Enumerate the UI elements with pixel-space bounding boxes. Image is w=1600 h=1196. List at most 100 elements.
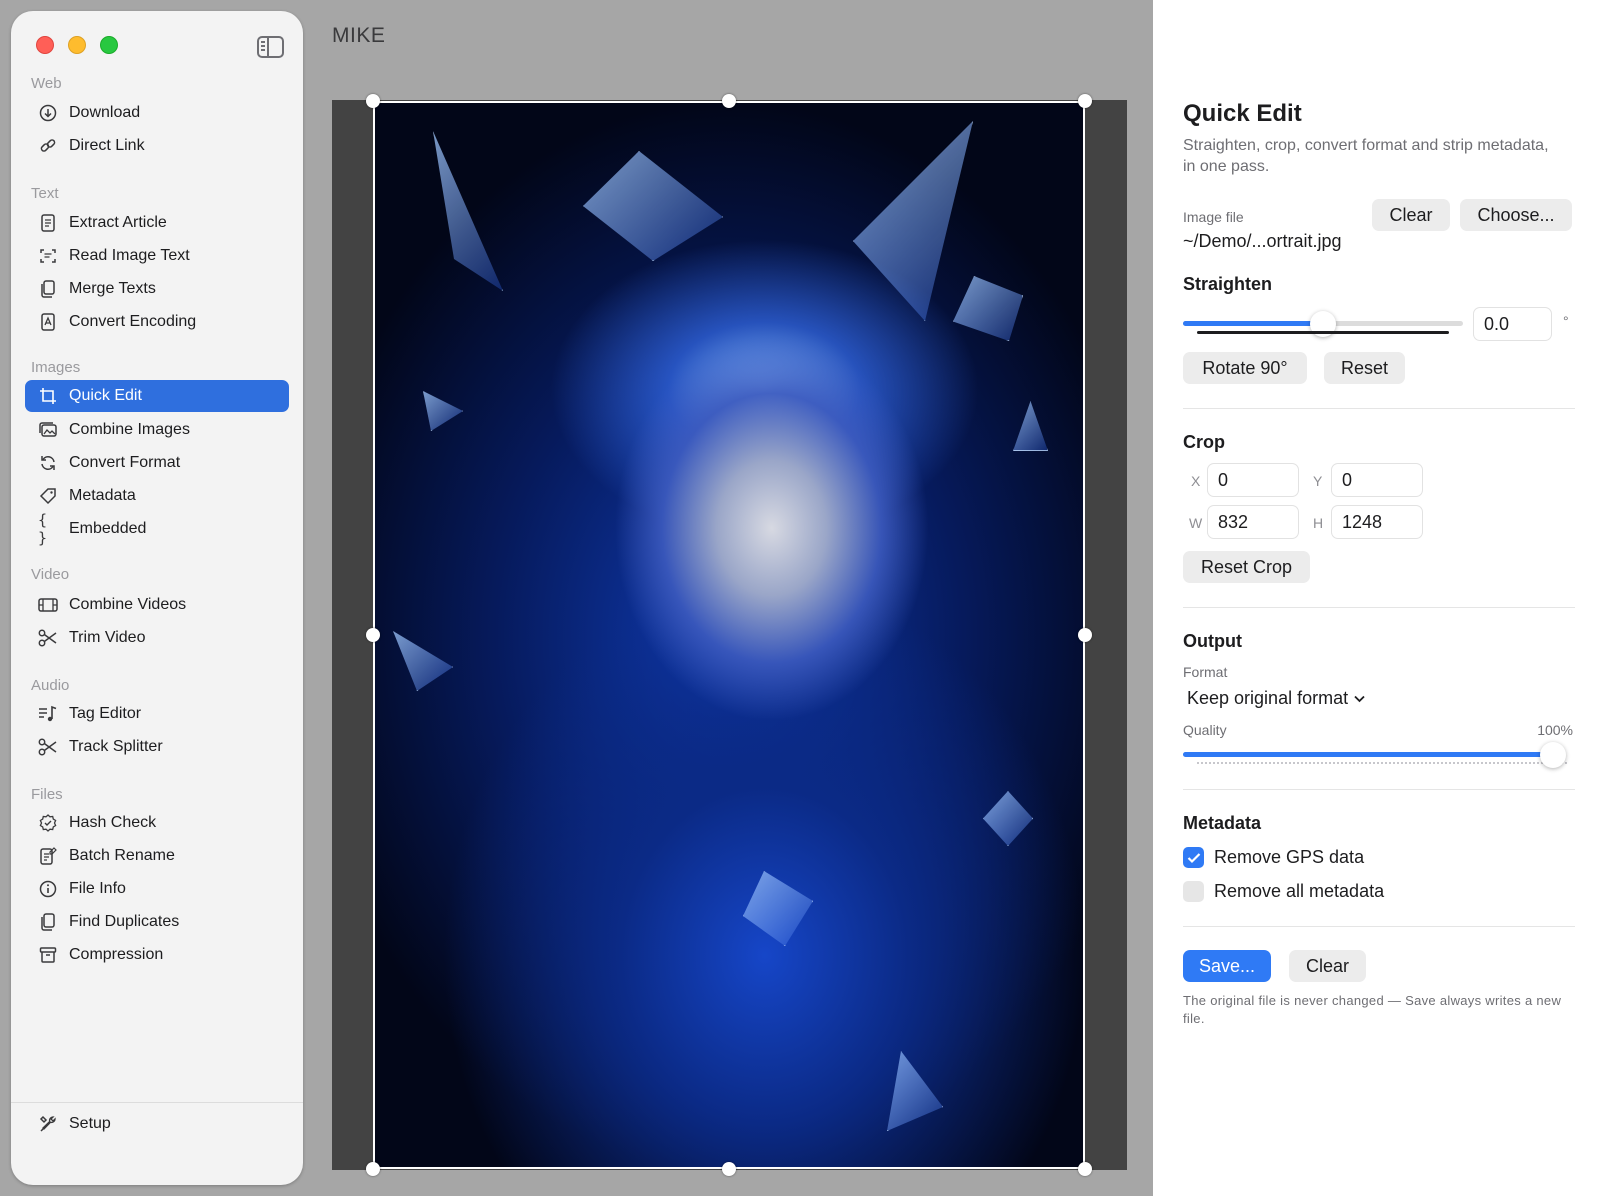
remove-gps-checkbox[interactable] [1183, 847, 1204, 868]
divider [1183, 789, 1575, 790]
sidebar-item-quick-edit[interactable]: Quick Edit [25, 380, 289, 412]
zoom-window-button[interactable] [100, 36, 118, 54]
sidebar-item-combine-videos[interactable]: Combine Videos [25, 589, 289, 621]
scissors-icon [38, 737, 58, 757]
divider [1183, 607, 1575, 608]
sidebar-item-metadata[interactable]: Metadata [25, 480, 289, 512]
quality-slider-ticks [1197, 762, 1567, 764]
reset-crop-button[interactable]: Reset Crop [1183, 551, 1310, 583]
sidebar-item-trim-video[interactable]: Trim Video [25, 622, 289, 654]
checkmark-icon [1187, 852, 1200, 863]
save-note: The original file is never changed — Sav… [1183, 993, 1562, 1026]
sidebar-item-label: Find Duplicates [69, 913, 180, 930]
crop-frame[interactable] [373, 101, 1085, 1169]
straighten-heading: Straighten [1183, 274, 1273, 294]
crop-heading: Crop [1183, 432, 1225, 452]
sidebar-item-label: Tag Editor [69, 705, 142, 722]
sidebar-item-label: Trim Video [69, 629, 146, 646]
sidebar-item-compression[interactable]: Compression [25, 939, 289, 971]
sidebar-item-label: Track Splitter [69, 738, 163, 755]
sidebar-item-label: Direct Link [69, 137, 145, 154]
sidebar-item-merge-texts[interactable]: Merge Texts [25, 273, 289, 305]
clear-image-button[interactable]: Clear [1372, 199, 1450, 231]
rotate-90-button[interactable]: Rotate 90° [1183, 352, 1307, 384]
document-icon [38, 213, 58, 233]
sidebar-item-direct-link[interactable]: Direct Link [25, 130, 289, 162]
straighten-slider-fill [1183, 321, 1323, 326]
divider [1183, 926, 1575, 927]
document-pencil-icon [38, 846, 58, 866]
reset-straighten-button[interactable]: Reset [1324, 352, 1405, 384]
crop-h-field[interactable]: 1248 [1331, 505, 1423, 539]
chevron-down-icon [1354, 690, 1365, 708]
section-label-web: Web [31, 75, 62, 92]
sidebar-item-label: Convert Format [69, 454, 181, 471]
crop-handle-left[interactable] [366, 628, 380, 642]
sidebar-item-hash-check[interactable]: Hash Check [25, 807, 289, 839]
sidebar-item-convert-encoding[interactable]: Convert Encoding [25, 306, 289, 338]
degree-unit-label: ° [1563, 313, 1569, 329]
crop-x-label: X [1191, 473, 1201, 489]
sidebar-toggle-icon[interactable] [257, 36, 284, 58]
sidebar-item-track-splitter[interactable]: Track Splitter [25, 731, 289, 763]
choose-image-button[interactable]: Choose... [1460, 199, 1572, 231]
crop-handle-right[interactable] [1078, 628, 1092, 642]
link-icon [38, 136, 58, 156]
image-file-path: ~/Demo/...ortrait.jpg [1183, 231, 1342, 251]
photos-stack-icon [38, 420, 58, 440]
format-dropdown-value: Keep original format [1187, 688, 1349, 708]
crop-handle-top[interactable] [722, 94, 736, 108]
sidebar-item-read-image-text[interactable]: Read Image Text [25, 240, 289, 272]
crop-handle-top-right[interactable] [1078, 94, 1092, 108]
sidebar-item-convert-format[interactable]: Convert Format [25, 447, 289, 479]
crop-handle-bottom-left[interactable] [366, 1162, 380, 1176]
format-label: Format [1183, 664, 1228, 680]
quality-label: Quality [1183, 722, 1227, 738]
remove-all-metadata-checkbox[interactable] [1183, 881, 1204, 902]
archive-box-icon [38, 945, 58, 965]
crop-handle-bottom-right[interactable] [1078, 1162, 1092, 1176]
format-dropdown[interactable]: Keep original format [1187, 688, 1365, 709]
crop-y-field[interactable]: 0 [1331, 463, 1423, 497]
sidebar-item-label: Download [69, 104, 141, 121]
sidebar-item-tag-editor[interactable]: Tag Editor [25, 698, 289, 730]
sidebar-item-label: Merge Texts [69, 280, 156, 297]
sidebar-item-file-info[interactable]: File Info [25, 873, 289, 905]
sidebar-item-download[interactable]: Download [25, 97, 289, 129]
crop-w-field[interactable]: 832 [1207, 505, 1299, 539]
section-label-images: Images [31, 359, 81, 376]
sidebar-item-extract-article[interactable]: Extract Article [25, 207, 289, 239]
straighten-slider-baseline [1197, 331, 1449, 334]
sidebar-item-combine-images[interactable]: Combine Images [25, 414, 289, 446]
sidebar-item-label: Compression [69, 946, 164, 963]
sidebar-item-label: Setup [69, 1115, 111, 1132]
download-icon [38, 103, 58, 123]
sidebar-item-setup[interactable]: Setup [25, 1108, 289, 1140]
sidebar-item-label: Hash Check [69, 814, 157, 831]
save-button[interactable]: Save... [1183, 950, 1271, 982]
sidebar-item-label: Combine Images [69, 421, 190, 438]
quality-slider-knob[interactable] [1540, 742, 1566, 768]
inspector-panel: Quick Edit Straighten, crop, convert for… [1153, 0, 1600, 1196]
text-page-icon [38, 312, 58, 332]
quality-value: 100% [1537, 722, 1573, 738]
checkmark-seal-icon [38, 813, 58, 833]
remove-all-metadata-label[interactable]: Remove all metadata [1214, 881, 1384, 902]
crop-x-field[interactable]: 0 [1207, 463, 1299, 497]
sidebar-item-label: Convert Encoding [69, 313, 197, 330]
wrench-screwdriver-icon [38, 1114, 58, 1134]
sidebar-item-embedded[interactable]: { } Embedded [25, 511, 289, 547]
straighten-value-field[interactable]: 0.0 [1473, 307, 1552, 341]
film-icon [38, 595, 58, 615]
close-window-button[interactable] [36, 36, 54, 54]
text-viewfinder-icon [38, 246, 58, 266]
sidebar-item-batch-rename[interactable]: Batch Rename [25, 840, 289, 872]
sidebar-item-find-duplicates[interactable]: Find Duplicates [25, 906, 289, 938]
sidebar-item-label: Embedded [69, 520, 147, 537]
clear-button[interactable]: Clear [1289, 950, 1366, 982]
minimize-window-button[interactable] [68, 36, 86, 54]
curly-braces-icon: { } [38, 511, 48, 547]
crop-handle-top-left[interactable] [366, 94, 380, 108]
remove-gps-label[interactable]: Remove GPS data [1214, 847, 1364, 868]
crop-handle-bottom[interactable] [722, 1162, 736, 1176]
